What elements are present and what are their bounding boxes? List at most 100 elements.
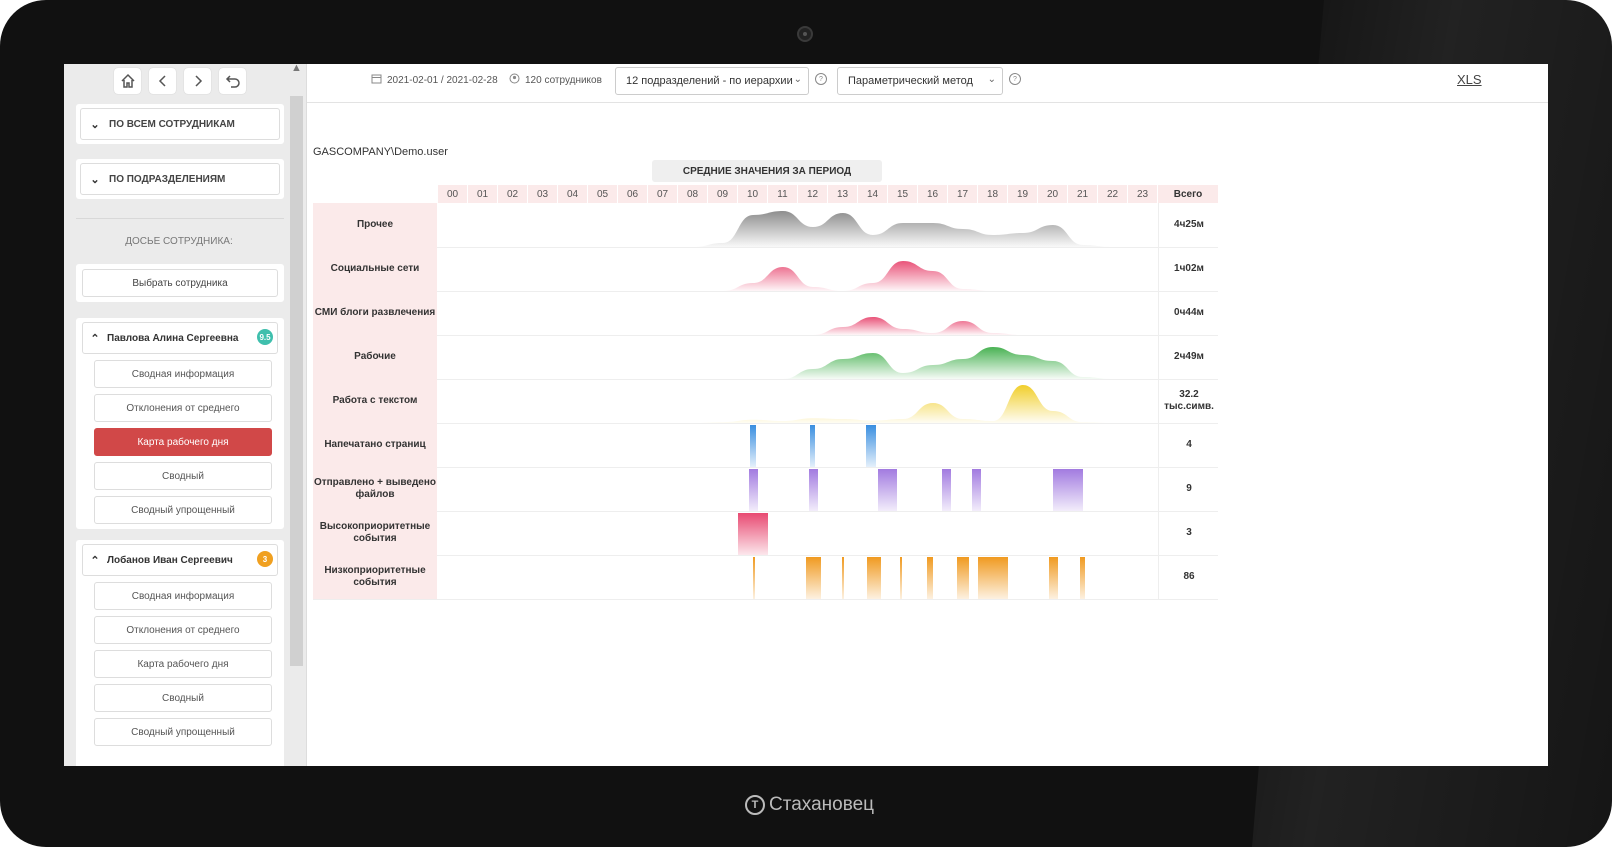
date-range[interactable]: 2021-02-01 / 2021-02-28	[371, 73, 498, 87]
hour-tick-label: 02	[498, 185, 528, 203]
hour-tick-label: 18	[978, 185, 1008, 203]
hour-tick-label: 00	[438, 185, 468, 203]
area-shape	[438, 211, 1158, 247]
xls-export-link[interactable]: XLS	[1457, 72, 1482, 87]
row-total: 2ч49м	[1158, 335, 1219, 379]
event-bar	[1053, 469, 1083, 511]
employee-menu-item[interactable]: Отклонения от среднего	[94, 616, 272, 644]
undo-icon[interactable]	[219, 68, 246, 94]
brand: Т Стахановец	[745, 794, 874, 816]
employee-menu-item[interactable]: Сводная информация	[94, 360, 272, 388]
row-total: 4	[1158, 423, 1219, 467]
departments-label: ПО ПОДРАЗДЕЛЕНИЯМ	[109, 173, 226, 185]
hour-tick-label: 05	[588, 185, 618, 203]
event-bar	[1048, 557, 1058, 599]
row-total: 1ч02м	[1158, 247, 1219, 291]
hour-tick-label: 12	[798, 185, 828, 203]
chevron-left-icon[interactable]	[149, 68, 176, 94]
event-bar	[738, 513, 768, 555]
user-icon	[509, 73, 520, 87]
employee-menu-item[interactable]: Сводный упрощенный	[94, 496, 272, 524]
hour-tick-label: 20	[1038, 185, 1068, 203]
camera-icon	[797, 26, 813, 42]
hour-tick-label: 04	[558, 185, 588, 203]
event-bar	[867, 557, 881, 599]
row-label: Социальные сети	[313, 247, 437, 291]
date-range-text: 2021-02-01 / 2021-02-28	[387, 74, 498, 86]
chart-row: СМИ блоги развлечения 0ч44м	[313, 291, 1218, 336]
method-select-value: Параметрический метод	[848, 75, 973, 87]
employee-score-badge: 9.5	[257, 329, 273, 345]
employees-count-text: 120 сотрудников	[525, 74, 602, 86]
sidebar: ▲ ⌄ ПО ВСЕМ СОТРУДНИКАМ ⌄ ПО ПОДРАЗДЕЛЕН…	[64, 64, 307, 766]
help-icon[interactable]: ?	[1009, 73, 1021, 85]
chart-row: Отправлено + выведено файлов 9	[313, 467, 1218, 512]
departments-toggle[interactable]: ⌄ ПО ПОДРАЗДЕЛЕНИЯМ	[80, 163, 280, 195]
chart-row: Работа с текстом 32.2 тыс.симв.	[313, 379, 1218, 424]
chevron-right-icon[interactable]	[184, 68, 211, 94]
row-total: 0ч44м	[1158, 291, 1219, 335]
row-plot	[438, 423, 1158, 467]
current-user: GASCOMPANY\Demo.user	[313, 146, 448, 158]
area-series	[438, 317, 1158, 335]
employee-menu-item[interactable]: Сводная информация	[94, 582, 272, 610]
hour-axis: 00 01 02 03 04 05 06 07 08 09 10 11 12 13 14 15 16 17 18 19…	[438, 185, 1158, 203]
help-icon[interactable]: ?	[815, 73, 827, 85]
event-bar	[942, 469, 951, 511]
hour-tick-label: 03	[528, 185, 558, 203]
employee-menu-item[interactable]: Сводный упрощенный	[94, 718, 272, 746]
row-plot	[438, 247, 1158, 291]
row-label: Высокоприоритетные события	[313, 511, 437, 555]
choose-employee-button[interactable]: Выбрать сотрудника	[82, 269, 278, 297]
employee-menu-item[interactable]: Сводный	[94, 462, 272, 490]
calendar-icon	[371, 73, 382, 87]
row-label: Низкоприоритетные события	[313, 555, 437, 599]
employee-header[interactable]: ⌃ Лобанов Иван Сергеевич 3	[82, 544, 278, 576]
sidebar-divider	[76, 218, 284, 219]
hour-tick-label: 16	[918, 185, 948, 203]
employee-menu-item-active[interactable]: Карта рабочего дня	[94, 428, 272, 456]
event-bar	[978, 557, 1008, 599]
all-employees-label: ПО ВСЕМ СОТРУДНИКАМ	[109, 118, 235, 130]
row-label: Прочее	[313, 203, 437, 247]
home-icon[interactable]	[114, 68, 141, 94]
all-employees-toggle[interactable]: ⌄ ПО ВСЕМ СОТРУДНИКАМ	[80, 108, 280, 140]
employee-menu-item[interactable]: Карта рабочего дня	[94, 650, 272, 678]
department-select-value: 12 подразделений - по иерархии	[626, 75, 793, 87]
event-bar	[972, 469, 981, 511]
event-bar	[927, 557, 933, 599]
chart-row: Высокоприоритетные события 3	[313, 511, 1218, 556]
hour-tick-label: 13	[828, 185, 858, 203]
method-select[interactable]: Параметрический метод ⌄	[837, 67, 1003, 95]
all-employees-panel: ⌄ ПО ВСЕМ СОТРУДНИКАМ	[76, 104, 284, 144]
chevron-down-icon: ⌄	[987, 74, 996, 85]
event-bar	[748, 469, 758, 511]
employees-count[interactable]: 120 сотрудников	[509, 73, 602, 87]
row-plot	[438, 335, 1158, 379]
row-total: 86	[1158, 555, 1219, 599]
row-label: Напечатано страниц	[313, 423, 437, 467]
department-select[interactable]: 12 подразделений - по иерархии ⌄	[615, 67, 809, 95]
employee-header[interactable]: ⌃ Павлова Алина Сергеевна 9.5	[82, 322, 278, 354]
area-shape	[438, 385, 1158, 423]
employee-menu-item[interactable]: Сводный	[94, 684, 272, 712]
tablet-frame: ▲ ⌄ ПО ВСЕМ СОТРУДНИКАМ ⌄ ПО ПОДРАЗДЕЛЕН…	[0, 0, 1612, 847]
event-bar	[808, 469, 818, 511]
hour-tick-label: 22	[1098, 185, 1128, 203]
brand-logo-icon: Т	[745, 795, 765, 815]
event-bar	[900, 557, 903, 599]
total-header: Всего	[1158, 185, 1218, 203]
hour-tick-label: 23	[1128, 185, 1158, 203]
event-bar	[753, 557, 756, 599]
row-label: Рабочие	[313, 335, 437, 379]
employee-name: Павлова Алина Сергеевна	[107, 332, 239, 344]
sidebar-scrollbar[interactable]	[290, 96, 303, 666]
employee-menu-item[interactable]: Отклонения от среднего	[94, 394, 272, 422]
screen: ▲ ⌄ ПО ВСЕМ СОТРУДНИКАМ ⌄ ПО ПОДРАЗДЕЛЕН…	[64, 64, 1548, 766]
hour-tick-label: 07	[648, 185, 678, 203]
chart-row: Напечатано страниц 4	[313, 423, 1218, 468]
hour-tick-label: 21	[1068, 185, 1098, 203]
event-bar	[750, 425, 756, 467]
scroll-up-icon[interactable]: ▲	[291, 64, 302, 74]
chart-row: Социальные сети 1ч02м	[313, 247, 1218, 292]
